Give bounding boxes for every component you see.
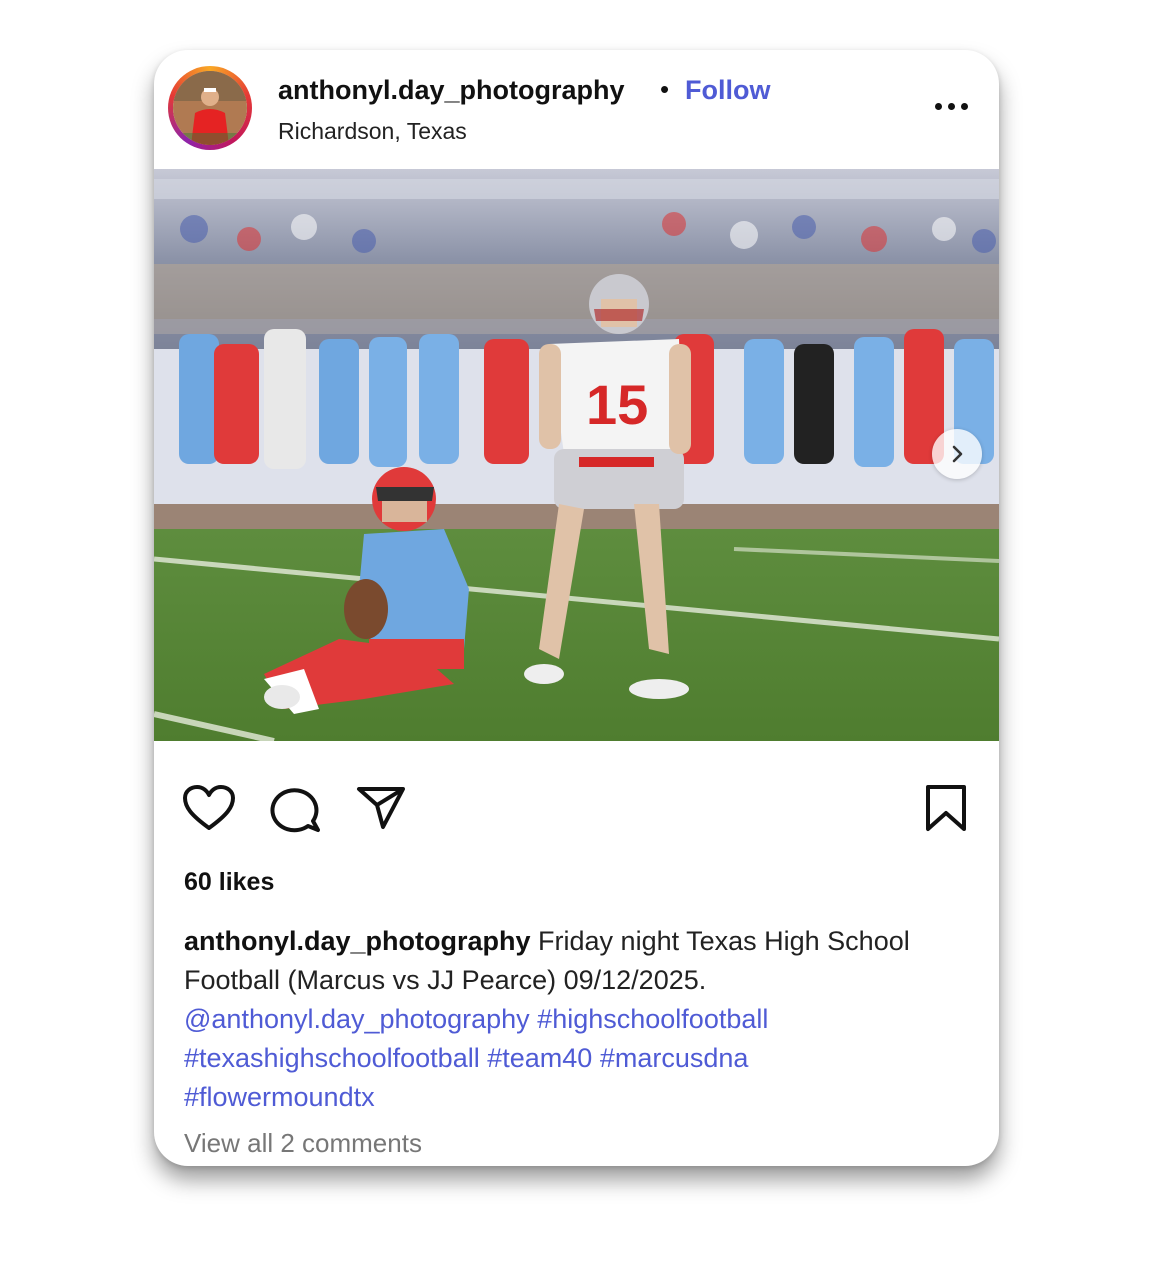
post-username[interactable]: anthonyl.day_photography — [278, 75, 625, 106]
caption-mention[interactable]: @anthonyl.day_photography — [184, 1004, 530, 1034]
heart-icon — [183, 785, 235, 830]
send-icon — [357, 787, 405, 829]
hashtag-link[interactable]: #marcusdna — [600, 1043, 749, 1073]
comment-icon — [270, 788, 320, 833]
svg-text:15: 15 — [586, 373, 648, 436]
separator-dot: • — [660, 74, 670, 104]
comment-button[interactable] — [270, 783, 322, 838]
post-photo[interactable]: 15 — [154, 169, 999, 741]
chevron-right-icon — [952, 445, 963, 463]
post-card: anthonyl.day_photography • Follow Richar… — [154, 50, 999, 1166]
more-options-icon[interactable] — [926, 94, 976, 118]
avatar-story-ring[interactable] — [168, 66, 252, 150]
bookmark-icon — [926, 785, 966, 831]
hashtag-link[interactable]: #highschoolfootball — [537, 1004, 768, 1034]
avatar[interactable] — [173, 71, 247, 145]
next-slide-button[interactable] — [932, 429, 982, 479]
football-photo: 15 — [154, 169, 999, 741]
post-location[interactable]: Richardson, Texas — [278, 118, 467, 145]
hashtag-link[interactable]: #flowermoundtx — [184, 1082, 375, 1112]
post-caption: anthonyl.day_photography Friday night Te… — [184, 922, 984, 1117]
follow-button[interactable]: Follow — [685, 75, 770, 106]
hashtag-link[interactable]: #team40 — [487, 1043, 592, 1073]
caption-username[interactable]: anthonyl.day_photography — [184, 926, 531, 956]
share-button[interactable] — [355, 783, 407, 836]
save-button[interactable] — [924, 783, 968, 838]
view-comments-link[interactable]: View all 2 comments — [184, 1128, 422, 1159]
like-button[interactable] — [182, 784, 236, 837]
hashtag-link[interactable]: #texashighschoolfootball — [184, 1043, 480, 1073]
likes-count[interactable]: 60 likes — [184, 868, 274, 897]
